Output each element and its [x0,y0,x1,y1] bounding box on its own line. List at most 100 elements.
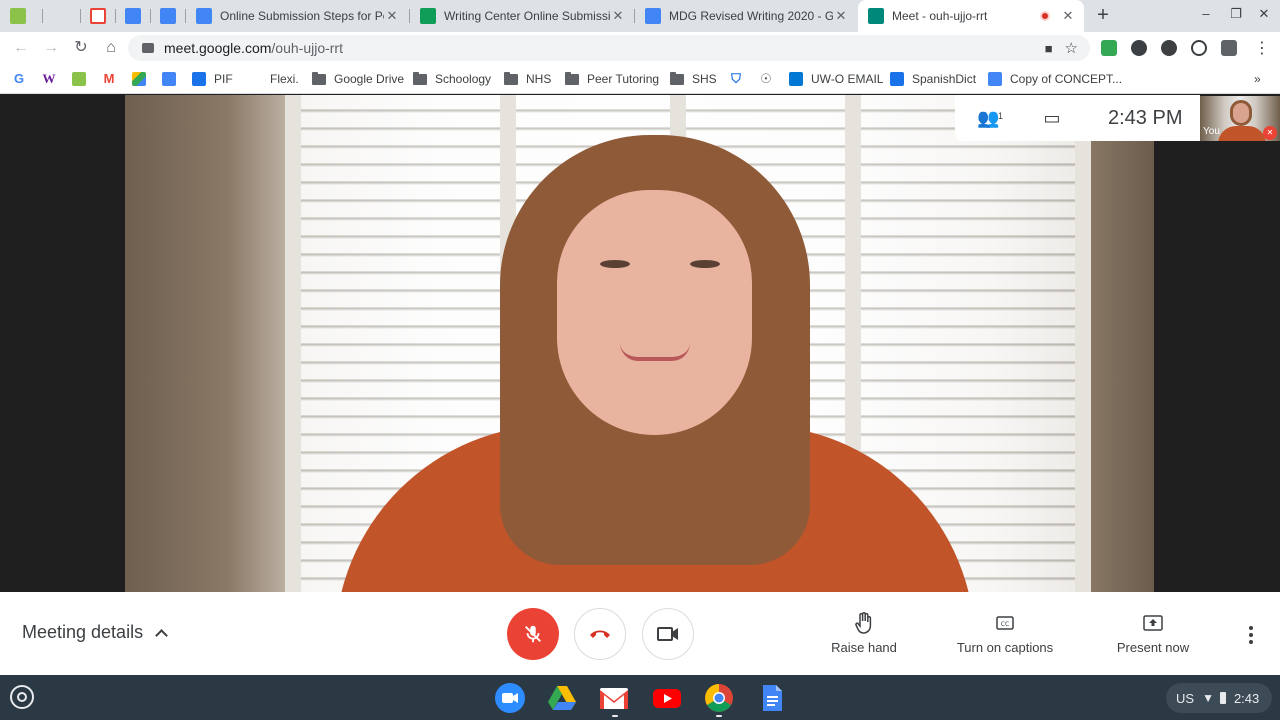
captions-button[interactable]: CC Turn on captions [950,612,1060,655]
folder-icon [312,71,326,85]
address-bar[interactable]: meet.google.com /ouh-ujjo-rrt ■ ☆ [128,35,1090,61]
url-host: meet.google.com [164,40,272,56]
bookmark-label: SHS [692,72,717,86]
leave-call-button[interactable] [574,608,626,660]
tab-strip: Online Submission Steps for Pee ✕ Writin… [0,0,1280,32]
zoom-icon[interactable] [495,683,525,713]
tab-docs-1[interactable] [115,0,149,32]
tab-meet[interactable]: Meet - ouh-ujjo-rrt ✕ [858,0,1084,32]
tab-online-submission[interactable]: Online Submission Steps for Pee ✕ [186,0,408,32]
tab-gmail[interactable] [80,0,114,32]
new-tab-button[interactable]: + [1092,4,1114,26]
tab-writing-center[interactable]: Writing Center Online Submissio ✕ [410,0,634,32]
reload-icon[interactable]: ↻ [70,37,92,59]
bookmark-copy-of-concept[interactable]: Copy of CONCEPT... [988,71,1122,87]
bookmark-calendar[interactable] [162,71,184,87]
bookmark-label: Schoology [435,72,492,86]
w-icon: W [42,71,56,86]
chat-icon[interactable]: ▭ [1041,107,1063,129]
tab-title: Writing Center Online Submissio [444,9,610,23]
more-bookmarks-button[interactable]: » [1254,71,1261,87]
drive-icon[interactable] [547,683,577,713]
battery-icon [1219,692,1226,704]
bookmark-classlink[interactable] [72,71,94,87]
back-icon[interactable]: ← [10,37,32,59]
classlink-icon [10,8,26,24]
bookmark-label: NHS [526,72,552,86]
tab-blank[interactable] [44,0,78,32]
folder-icon [413,71,427,85]
meeting-details-button[interactable]: Meeting details [22,622,168,643]
bookmark-uwo-email[interactable]: UW-O EMAIL [789,71,883,87]
power-icon[interactable] [1191,40,1207,56]
extension-icon[interactable] [1161,40,1177,56]
restore-icon[interactable]: ❐ [1226,6,1246,22]
bookmark-flexi[interactable]: Flexi. [270,71,299,87]
bookmark-gmail[interactable]: M [102,71,116,87]
camera-in-use-icon[interactable]: ■ [1045,41,1053,56]
bookmark-shield[interactable]: ⛉ [729,71,743,87]
system-tray[interactable]: US ▼ 2:43 [1166,683,1272,713]
close-icon[interactable]: ✕ [833,8,849,24]
bookmark-google-drive[interactable]: Google Drive [312,71,404,87]
microphone-toggle-button[interactable] [507,608,559,660]
bookmark-shs[interactable]: SHS [670,71,717,87]
bookmark-label: PIF [214,72,233,86]
people-icon[interactable]: 👥 1 [977,107,1003,129]
tab-title: Online Submission Steps for Pee [220,9,384,23]
bookmark-peer-tutoring[interactable]: Peer Tutoring [565,71,659,87]
tab-title: Meet - ouh-ujjo-rrt [892,9,988,23]
forward-icon[interactable]: → [40,37,62,59]
outlook-icon [789,72,803,86]
meeting-clock: 2:43 PM [1108,107,1183,129]
bookmark-drive[interactable] [132,71,154,87]
puzzle-icon[interactable] [1221,40,1237,56]
bookmark-schoology[interactable]: Schoology [413,71,491,87]
bookmark-spanishdict[interactable]: SpanishDict [890,71,976,87]
camera-toggle-button[interactable] [642,608,694,660]
self-view-tile[interactable]: You ✕ [1200,96,1280,141]
raise-hand-button[interactable]: Raise hand [826,612,902,655]
docs-icon [196,8,212,24]
bookmark-label: SpanishDict [912,72,977,86]
bookmark-star-icon[interactable]: ☆ [1065,39,1078,57]
captions-icon: CC [950,612,1060,634]
mic-off-icon [525,625,541,643]
menu-icon[interactable]: ⋮ [1254,38,1270,58]
participant-video [125,95,1154,592]
present-now-button[interactable]: Present now [1112,612,1194,655]
bookmark-google[interactable]: G [12,71,26,87]
meet-control-bar: Meeting details Raise hand CC Turn on ca… [0,592,1280,675]
meeting-details-label: Meeting details [22,622,144,642]
bookmark-pif[interactable]: PIF [192,71,233,87]
close-icon[interactable]: ✕ [1060,8,1076,24]
participant-count: 1 [997,111,1003,121]
bookmark-w[interactable]: W [42,71,56,87]
system-clock: 2:43 [1233,690,1260,706]
docs-icon [988,72,1002,86]
extension-icon[interactable] [1101,40,1117,56]
home-icon[interactable]: ⌂ [100,37,122,59]
bookmarks-bar: G W M PIF Flexi. Google Drive Schoology … [0,64,1280,94]
youtube-icon[interactable] [652,683,682,713]
extension-icon[interactable] [1131,40,1147,56]
hang-up-icon [590,630,610,638]
launcher-icon[interactable] [10,685,34,709]
gmail-icon[interactable] [599,683,629,713]
docs-icon[interactable] [757,683,787,713]
more-options-icon[interactable] [1245,626,1257,647]
tab-docs-2[interactable] [150,0,184,32]
close-window-icon[interactable]: ✕ [1254,6,1274,22]
tab-classlink[interactable] [0,0,40,32]
chrome-icon[interactable] [704,683,734,713]
close-icon[interactable]: ✕ [610,8,626,24]
tab-mdg-revised[interactable]: MDG Revised Writing 2020 - Goo ✕ [635,0,857,32]
bookmark-label: UW-O EMAIL [811,72,884,86]
minimize-icon[interactable]: – [1196,6,1216,21]
gmail-icon [90,8,106,24]
bookmark-owl[interactable]: ☉ [759,71,773,87]
close-icon[interactable]: ✕ [384,8,400,24]
site-info-icon[interactable] [142,43,154,53]
bookmark-nhs[interactable]: NHS [504,71,551,87]
gmail-icon: M [103,71,115,86]
